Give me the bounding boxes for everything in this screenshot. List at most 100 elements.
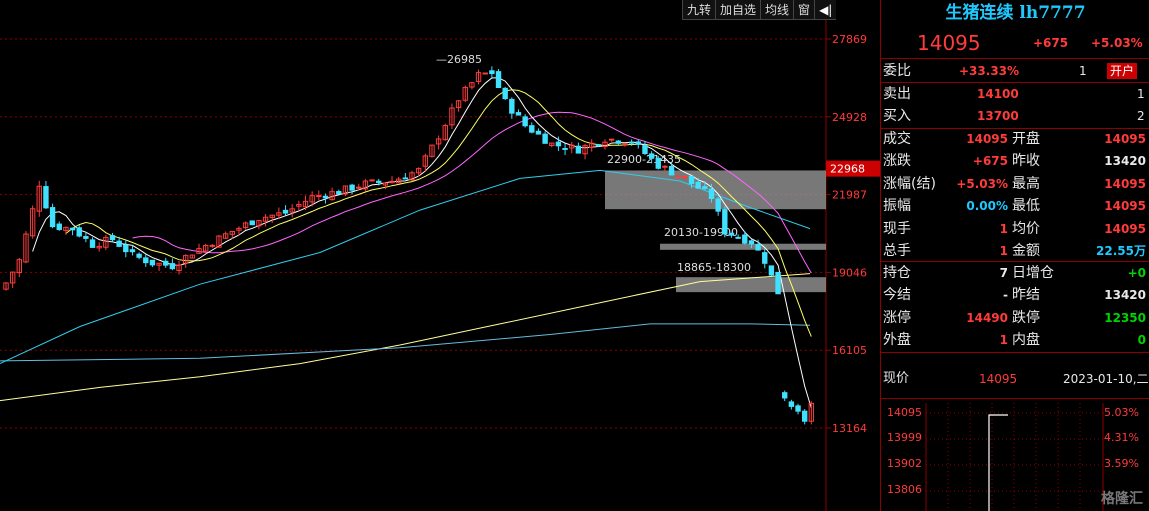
candle-body	[282, 209, 289, 214]
jiuzhuan-button[interactable]: 九转	[683, 0, 717, 19]
candle-body	[349, 184, 355, 191]
footer-row: 现价 14095 2023-01-10,二	[881, 368, 1149, 391]
last-price: 14095	[917, 31, 981, 55]
candle-body	[209, 244, 216, 247]
quote-row: 振幅 0.00% 最低 14095	[881, 195, 1149, 218]
candle-body	[116, 240, 122, 247]
row-value-2: 0	[1137, 333, 1146, 348]
row-label-2: 金额	[1012, 243, 1040, 259]
candle-body	[169, 263, 176, 270]
add-watchlist-button[interactable]: 加自选	[716, 0, 762, 19]
candle-body	[515, 112, 522, 116]
moving-average-button[interactable]: 均线	[761, 0, 795, 19]
quote-row: 涨幅(结) +5.03% 最高 14095	[881, 173, 1149, 196]
candle-body	[768, 265, 775, 276]
candle-body	[648, 153, 655, 159]
candle-body	[742, 234, 748, 244]
row-label-1: 涨幅(结)	[883, 175, 936, 192]
kline-chart[interactable]: 27869 24928 21987 19046 16105 13164 22968 22900…	[0, 0, 880, 511]
row-value-2: 14095	[1104, 132, 1146, 146]
row-label-1: 总手	[883, 243, 911, 259]
row-label-2: 内盘	[1012, 332, 1040, 349]
row-label-1: 涨跌	[883, 153, 911, 170]
sell-price: 14100	[977, 87, 1019, 101]
candle-body	[775, 271, 781, 295]
ma120-line	[0, 273, 811, 402]
price-change: +675	[1033, 36, 1069, 50]
quote-row: 持仓 7 日增仓 +0	[881, 262, 1149, 285]
mini-pct-0: 5.03%	[1104, 406, 1139, 419]
footer-date: 2023-01-10,二	[1063, 372, 1149, 386]
candle-body	[755, 243, 761, 251]
row-value-2: +0	[1127, 266, 1146, 280]
candle-body	[575, 145, 582, 154]
candle-body	[801, 410, 808, 422]
candle-body	[482, 72, 488, 75]
candle-body	[376, 180, 382, 183]
candle-body	[688, 175, 695, 184]
row-value-2: 14095	[1104, 221, 1146, 236]
candle-body	[356, 186, 362, 189]
open-account-button[interactable]: 开户	[1107, 63, 1138, 79]
candle-body	[782, 392, 788, 399]
row-label-1: 今结	[883, 287, 911, 304]
candle-body	[562, 147, 568, 150]
candle-body	[49, 207, 56, 228]
row-value-1: +675	[972, 154, 1008, 169]
row-label-2: 跌停	[1012, 309, 1040, 326]
axis-tick-label: 19046	[832, 266, 867, 279]
row-value-2: 14095	[1104, 176, 1146, 191]
candle-body	[728, 232, 735, 236]
row-label-1: 振幅	[883, 198, 911, 215]
candle-body	[702, 186, 708, 190]
quote-row: 今结 - 昨结 13420	[881, 284, 1149, 307]
candle-body	[675, 175, 681, 178]
quote-row: 成交 14095 开盘 14095	[881, 128, 1149, 151]
candle-body	[595, 144, 602, 147]
row-label-2: 日增仓	[1012, 265, 1054, 281]
candle-body	[336, 191, 342, 195]
candle-body	[535, 130, 542, 135]
candle-body	[642, 145, 648, 155]
candle-body	[83, 236, 89, 239]
candle-body	[788, 401, 795, 407]
buy-vol: 2	[1137, 109, 1145, 123]
row-value-1: 7	[999, 266, 1008, 280]
candle-body	[249, 220, 255, 226]
axis-tick-label: 24928	[832, 111, 867, 124]
candle-body	[655, 157, 661, 169]
candle-body	[542, 133, 548, 144]
mini-pct-2: 3.59%	[1104, 457, 1139, 470]
row-value-2: 13420	[1104, 288, 1146, 303]
candle-body	[608, 138, 615, 141]
candle-body	[43, 186, 49, 209]
resistance-zone	[676, 277, 826, 293]
row-label-1: 涨停	[883, 309, 911, 326]
candle-body	[489, 70, 495, 75]
candle-body	[509, 98, 515, 114]
row-label-2: 昨收	[1012, 153, 1040, 170]
candle-body	[668, 165, 675, 176]
ma250-line	[0, 323, 811, 362]
resistance-zone	[660, 243, 826, 250]
zone-label: 22900-21435	[607, 153, 681, 166]
window-button[interactable]: 窗	[794, 0, 816, 19]
buy-price: 13700	[977, 109, 1019, 123]
candle-body	[622, 143, 628, 146]
buy-label: 买入	[883, 108, 911, 124]
ma10-line	[65, 89, 812, 337]
candle-body	[322, 195, 329, 199]
price-change-pct: +5.03%	[1091, 36, 1143, 50]
quote-row: 涨跌 +675 昨收 13420	[881, 150, 1149, 173]
row-value-1: +5.03%	[956, 176, 1008, 191]
axis-tick-label: 13164	[832, 422, 867, 435]
candle-body	[163, 260, 169, 266]
quote-row: 涨停 14490 跌停 12350	[881, 307, 1149, 330]
collapse-panel-icon[interactable]: ◀|	[815, 0, 836, 19]
mini-price-2: 13902	[887, 457, 922, 470]
axis-tick-label: 27869	[832, 33, 867, 46]
row-value-1: 0.00%	[966, 199, 1008, 214]
candle-body	[735, 236, 741, 239]
row-value-2: 13420	[1104, 154, 1146, 169]
row-label-1: 外盘	[883, 332, 911, 349]
